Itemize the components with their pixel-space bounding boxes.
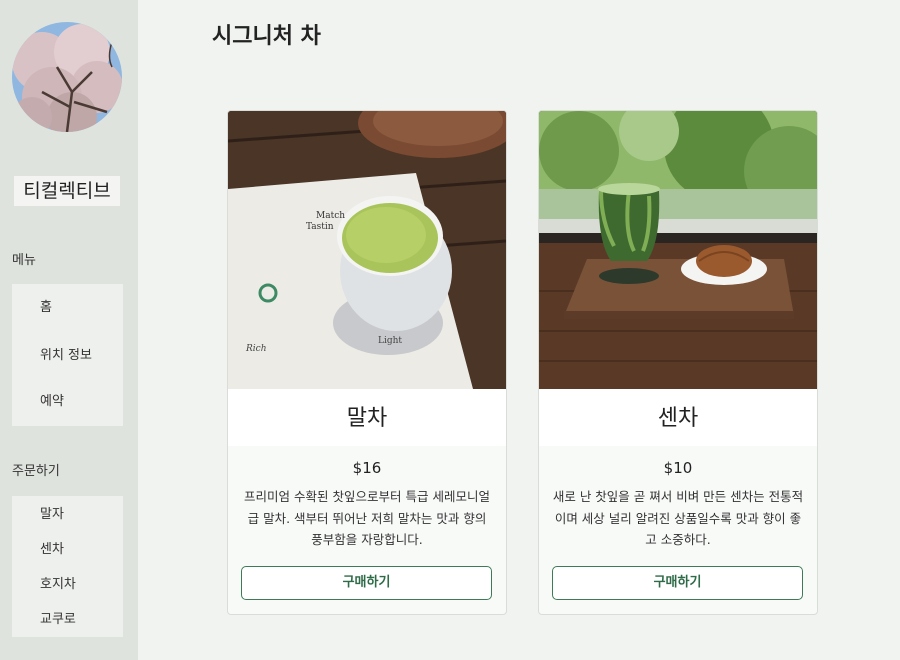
menu-item-location[interactable]: 위치 정보: [40, 344, 92, 363]
product-price: $10: [663, 459, 693, 477]
order-item-sencha[interactable]: 센차: [40, 538, 64, 557]
order-list: 말자 센차 호지차 교쿠로: [12, 496, 123, 637]
product-card-sencha: 센차 $10 새로 난 찻잎을 곧 쪄서 비벼 만든 센차는 전통적이며 세상 …: [538, 110, 818, 615]
product-name-band: 센차: [539, 389, 817, 446]
photo-text-light: Light: [378, 336, 402, 346]
menu-list: 홈 위치 정보 예약: [12, 284, 123, 426]
product-card-matcha: Match Tastin Rich Light 말차 $16 프리미엄 수확된 …: [227, 110, 507, 615]
product-description: 프리미엄 수확된 찻잎으로부터 특급 세레모니얼급 말차. 색부터 뛰어난 저희…: [244, 489, 490, 547]
page-title: 시그니처 차: [212, 24, 321, 49]
menu-item-home[interactable]: 홈: [40, 296, 52, 315]
product-name: 말차: [346, 406, 388, 431]
product-description: 새로 난 찻잎을 곧 쪄서 비벼 만든 센차는 전통적이며 세상 널리 알려진 …: [552, 489, 804, 547]
order-item-hojicha[interactable]: 호지차: [40, 573, 76, 592]
product-price: $16: [352, 459, 382, 477]
order-item-gyokuro[interactable]: 교쿠로: [40, 608, 76, 627]
matcha-photo: Match Tastin Rich Light: [228, 111, 506, 389]
brand-name[interactable]: 티컬렉티브: [14, 176, 120, 206]
order-item-matcha[interactable]: 말자: [40, 503, 64, 522]
avatar: [12, 22, 122, 132]
menu-heading: 메뉴: [12, 253, 36, 268]
order-heading: 주문하기: [12, 464, 60, 479]
sidebar: 티컬렉티브 메뉴 홈 위치 정보 예약 주문하기 말자 센차 호지차 교쿠로: [0, 0, 138, 660]
buy-button-matcha[interactable]: 구매하기: [241, 566, 492, 600]
product-name: 센차: [657, 406, 699, 431]
menu-item-reservation[interactable]: 예약: [40, 390, 64, 409]
cherry-blossom-image: [12, 22, 122, 132]
photo-text-rich: Rich: [245, 344, 267, 354]
buy-button-sencha[interactable]: 구매하기: [552, 566, 803, 600]
product-name-band: 말차: [228, 389, 506, 446]
photo-text-1: Match: [316, 211, 345, 221]
photo-text-2: Tastin: [306, 222, 334, 232]
sencha-photo: [539, 111, 817, 389]
